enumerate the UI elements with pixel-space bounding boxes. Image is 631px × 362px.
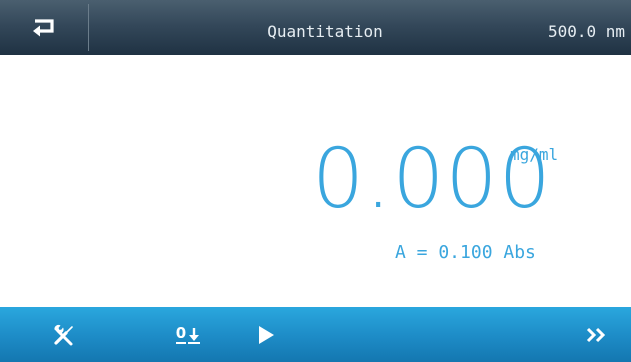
concentration-unit: mg/ml	[510, 145, 559, 164]
wavelength-readout: 500.0 nm	[548, 22, 626, 41]
quantitation-screen: Quantitation 500.0 nm 0.000 mg/ml A = 0.…	[0, 0, 631, 362]
header-bar: Quantitation 500.0 nm	[0, 0, 631, 55]
next-button[interactable]	[568, 307, 624, 362]
zero-arrow-down-icon	[188, 327, 201, 344]
absorbance-readout: A = 0.100 Abs	[395, 242, 536, 263]
header-divider	[88, 4, 89, 51]
page-title: Quantitation	[267, 22, 383, 41]
zero-label: 0	[175, 323, 187, 344]
bottom-toolbar: 0	[0, 307, 631, 362]
back-button[interactable]	[0, 0, 88, 55]
tools-icon	[54, 324, 73, 345]
play-button[interactable]	[238, 307, 294, 362]
return-arrow-icon	[33, 18, 54, 36]
settings-button[interactable]	[40, 307, 88, 362]
double-chevron-right-icon	[586, 327, 606, 342]
play-icon	[259, 325, 274, 344]
zero-button[interactable]: 0	[160, 307, 216, 362]
